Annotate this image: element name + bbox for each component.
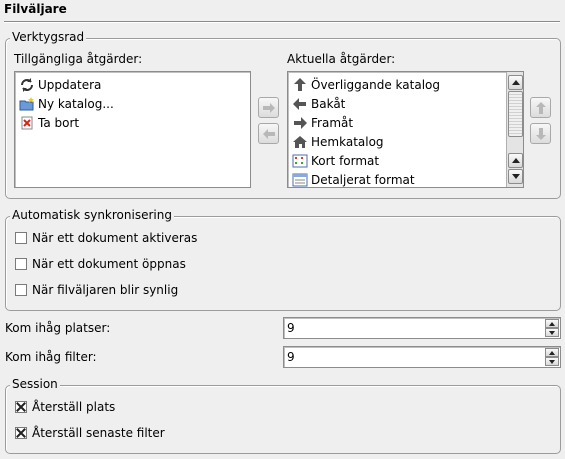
list-item-label: Kort format	[311, 153, 380, 168]
current-actions-label: Aktuella åtgärder:	[287, 52, 396, 66]
scroll-down-button[interactable]	[508, 169, 523, 184]
spin-down-button[interactable]	[545, 357, 559, 366]
list-item-label: Uppdatera	[38, 77, 102, 92]
arrow-left-icon	[262, 128, 275, 139]
home-icon	[292, 134, 308, 150]
list-item-label: Hemkatalog	[311, 134, 384, 149]
remove-action-button[interactable]	[258, 123, 279, 144]
toolbar-legend: Verktygsrad	[10, 30, 87, 44]
spin-down-icon	[549, 330, 555, 335]
scroll-thumb[interactable]	[508, 91, 523, 137]
arrow-up-icon	[535, 101, 546, 114]
scroll-up-button[interactable]	[508, 75, 523, 90]
list-item-back[interactable]: Bakåt	[292, 94, 345, 113]
list-item-forward[interactable]: Framåt	[292, 113, 353, 132]
checkbox-label: Återställ plats	[32, 400, 116, 414]
spin-up-icon	[549, 321, 555, 326]
spin-down-icon	[549, 359, 555, 364]
available-actions-label: Tillgängliga åtgärder:	[14, 52, 143, 66]
scroll-down-button[interactable]	[508, 153, 523, 168]
checkbox[interactable]	[15, 401, 27, 413]
delete-icon	[19, 115, 35, 131]
scroll-up-icon	[511, 158, 520, 163]
session-option-restore-filter[interactable]: Återställ senaste filter	[15, 426, 165, 440]
spin-up-button[interactable]	[545, 348, 559, 357]
autosync-option-activated[interactable]: När ett dokument aktiveras	[15, 231, 197, 245]
list-item-label: Framåt	[311, 115, 354, 130]
autosync-option-opened[interactable]: När ett dokument öppnas	[15, 257, 186, 271]
add-action-button[interactable]	[258, 97, 279, 118]
current-actions-list[interactable]: Överliggande katalog Bakåt Framåt Hemkat…	[287, 71, 524, 188]
title-divider	[4, 21, 560, 23]
list-item-short-view[interactable]: Kort format	[292, 151, 379, 170]
list-item-new-folder[interactable]: Ny katalog...	[19, 94, 114, 113]
short-view-icon	[292, 153, 308, 169]
list-item-label: Överliggande katalog	[311, 77, 440, 92]
checkbox[interactable]	[15, 258, 27, 270]
checkbox[interactable]	[15, 232, 27, 244]
list-item-detailed-view[interactable]: Detaljerat format	[292, 170, 415, 188]
list-item-delete[interactable]: Ta bort	[19, 113, 79, 132]
arrow-right-icon	[292, 115, 308, 131]
list-item-label: Ny katalog...	[38, 96, 114, 111]
remember-places-value: 9	[287, 321, 295, 335]
arrow-right-icon	[262, 102, 275, 113]
session-legend: Session	[10, 377, 60, 391]
remember-filters-label: Kom ihåg filter:	[5, 350, 97, 364]
arrow-left-icon	[292, 96, 308, 112]
checkbox[interactable]	[15, 284, 27, 296]
remember-filters-value: 9	[287, 350, 295, 364]
list-item-label: Detaljerat format	[311, 172, 415, 187]
list-item-parent-folder[interactable]: Överliggande katalog	[292, 75, 440, 94]
autosync-option-visible[interactable]: När filväljaren blir synlig	[15, 283, 178, 297]
arrow-down-icon	[535, 127, 546, 140]
remember-filters-spinbox[interactable]: 9	[283, 346, 561, 368]
session-option-restore-location[interactable]: Återställ plats	[15, 400, 115, 414]
reload-icon	[19, 77, 35, 93]
list-item-label: Ta bort	[38, 115, 80, 130]
move-down-button[interactable]	[530, 123, 551, 144]
list-item-reload[interactable]: Uppdatera	[19, 75, 101, 94]
scroll-up-icon	[511, 80, 520, 85]
list-item-label: Bakåt	[311, 96, 346, 111]
checkbox-label: När ett dokument aktiveras	[32, 231, 198, 245]
autosync-legend: Automatisk synkronisering	[10, 208, 174, 222]
move-up-button[interactable]	[530, 97, 551, 118]
new-folder-icon	[19, 96, 35, 112]
checkbox-label: Återställ senaste filter	[32, 426, 165, 440]
remember-places-spinbox[interactable]: 9	[283, 317, 561, 339]
scroll-down-icon	[511, 174, 520, 179]
checkbox-label: När filväljaren blir synlig	[32, 283, 179, 297]
remember-places-label: Kom ihåg platser:	[5, 321, 111, 335]
spin-up-button[interactable]	[545, 319, 559, 328]
checkbox-label: När ett dokument öppnas	[32, 257, 186, 271]
list-item-home[interactable]: Hemkatalog	[292, 132, 384, 151]
page-title: Filväljare	[4, 2, 67, 16]
checkbox[interactable]	[15, 427, 27, 439]
detailed-view-icon	[292, 172, 308, 188]
session-group	[5, 385, 561, 454]
spin-down-button[interactable]	[545, 328, 559, 337]
current-actions-scrollbar[interactable]	[506, 72, 523, 187]
arrow-up-icon	[292, 77, 308, 93]
spin-up-icon	[549, 350, 555, 355]
available-actions-list[interactable]: Uppdatera Ny katalog... Ta bort	[14, 71, 251, 188]
